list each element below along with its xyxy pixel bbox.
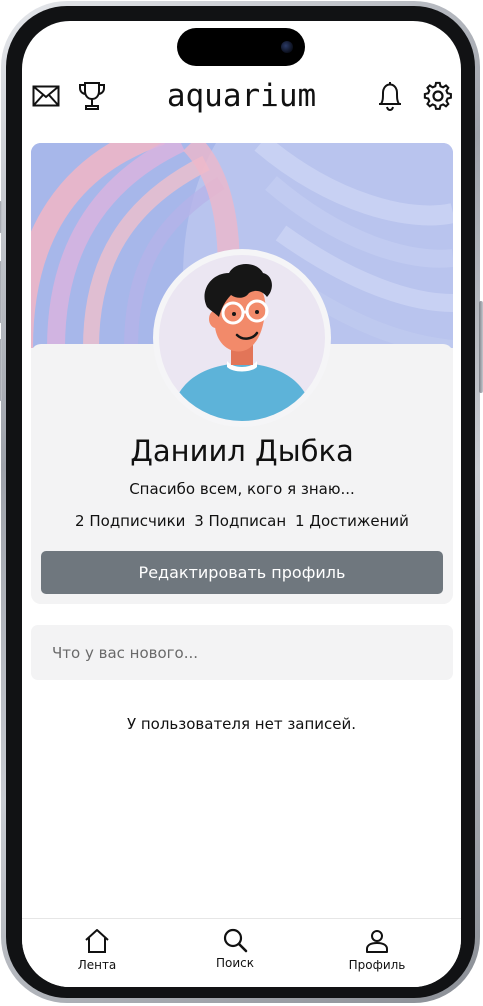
app-header: aquarium [22,76,461,116]
tab-feed[interactable]: Лента [47,927,147,973]
volume-down-button [0,339,2,401]
empty-feed-message: У пользователя нет записей. [126,715,357,733]
bell-icon[interactable] [374,80,406,112]
home-icon [85,929,109,953]
avatar[interactable] [153,249,331,427]
profile-stats: 2 Подписчики 3 Подписан 1 Достижений [31,511,453,531]
dynamic-island [177,28,305,66]
new-post-box [31,625,453,680]
power-button [479,301,483,393]
user-icon [366,930,388,953]
user-status: Спасибо всем, кого я знаю... [129,480,355,498]
tab-search[interactable]: Поиск [185,927,285,971]
front-camera [281,41,293,53]
tab-profile-label: Профиль [348,958,406,972]
tab-feed-label: Лента [77,958,117,972]
user-name: Даниил Дыбка [130,434,354,468]
action-button [0,201,2,233]
avatar-illustration [159,255,325,421]
bottom-tab-bar: Лента Поиск Профиль [22,918,461,987]
tab-search-label: Поиск [215,956,254,970]
profile-card: Даниил Дыбка Спасибо всем, кого я знаю..… [31,143,453,604]
achievements-count[interactable]: 1 Достижений [295,512,409,530]
followers-count[interactable]: 2 Подписчики [75,512,185,530]
following-count[interactable]: 3 Подписан [194,512,286,530]
edit-profile-button[interactable]: Редактировать профиль [41,551,443,594]
screen: aquarium Даниил Дыбка Спасибо всем, кого… [22,21,461,987]
tab-profile[interactable]: Профиль [327,927,427,973]
gear-icon[interactable] [422,80,454,112]
volume-up-button [0,261,2,323]
new-post-input[interactable] [31,625,453,680]
search-icon [223,928,248,953]
